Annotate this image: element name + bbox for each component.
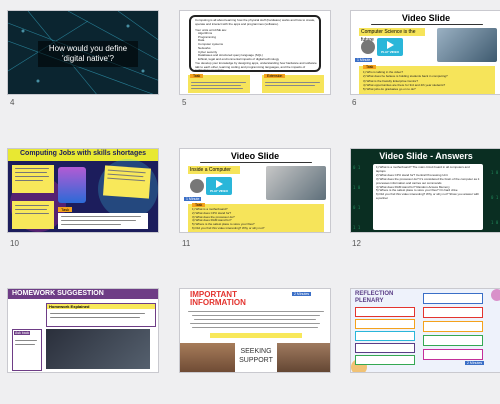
slide-11-questions: 1) What is a motherboard? 2) What does CP… <box>192 207 265 230</box>
slide-10-person-image <box>58 167 86 203</box>
slide-5-task-label: Task <box>190 74 204 78</box>
svg-text:1 1: 1 1 <box>353 225 361 230</box>
slide-5-info-panel: Computing is all about learning how the … <box>189 15 321 72</box>
slide-10-task-panel <box>58 213 148 229</box>
video-preview-image <box>266 166 326 200</box>
slide-12-answers: 1) What is a motherboard? The main circu… <box>376 165 480 201</box>
reflection-title: REFLECTION PLENARY <box>355 291 394 304</box>
slide-11-question-box: Task 1) What is a motherboard? 2) What do… <box>188 203 324 232</box>
slide-number-11: 11 <box>182 239 191 248</box>
slide-number-6: 6 <box>352 98 357 107</box>
slide-12-answers-panel: 1) What is a motherboard? The main circu… <box>373 164 483 230</box>
slide-5-task-box: Task <box>188 74 250 93</box>
slide-6-questions: 1) Who is talking in the video? 2) What d… <box>363 70 448 92</box>
svg-text:0 1: 0 1 <box>353 205 361 210</box>
slide-5-outro: You develop your knowledge by designing … <box>195 61 317 72</box>
slide-10-note-left <box>12 165 54 193</box>
homework-title: HOMEWORK SUGGESTION <box>12 290 104 297</box>
slide-thumbnail-important-info[interactable]: IMPORTANT INFORMATION 2 Minutes SEEKING … <box>179 288 331 373</box>
slide-thumbnail-homework[interactable]: HOMEWORK SUGGESTION Homework Explained A… <box>7 288 159 373</box>
slide-thumbnail-reflection[interactable]: REFLECTION PLENARY 2 Minutes <box>350 288 500 373</box>
slide-10-note-right <box>103 165 151 199</box>
slide-6-question-box: Task 1) Who is talking in the video? 2) W… <box>359 65 495 94</box>
slide-5-unit-list: Algorithms Programming Data Computer system… <box>198 31 280 61</box>
svg-text:1 0: 1 0 <box>353 185 361 190</box>
slide-5-extension-box: Extension <box>262 74 324 93</box>
video-preview-image <box>437 28 497 62</box>
play-icon <box>216 180 223 188</box>
slide-11-title: Video Slide <box>230 151 280 161</box>
play-video-label: PLAY VIDEO <box>210 189 228 193</box>
slide-6-badge: 1 Minute <box>355 58 373 62</box>
homework-explained-title: Homework Explained <box>47 304 155 309</box>
play-video-button[interactable]: PLAY VIDEO <box>377 38 403 56</box>
play-video-label: PLAY VIDEO <box>381 50 399 54</box>
svg-text:0 1: 0 1 <box>491 195 499 200</box>
slide-number-4: 4 <box>10 98 15 107</box>
slide-6-subtitle: Computer Science is the future <box>359 28 425 43</box>
slide-thumbnail-5[interactable]: Computing is all about learning how the … <box>179 10 331 95</box>
slide-6-title: Video Slide <box>401 13 451 23</box>
slide-12-title: Video Slide - Answers <box>379 151 473 161</box>
slide-11-badge: 1 Minute <box>184 197 202 201</box>
reflection-right-column <box>423 293 483 360</box>
slide-10-task-tag: Task <box>58 207 73 212</box>
slide-thumbnail-6[interactable]: Video Slide Computer Science is the futu… <box>350 10 500 95</box>
homework-photo <box>46 329 150 369</box>
video-thumb-icon <box>190 179 204 193</box>
slide-10-title: Computing Jobs with skills shortages <box>19 150 147 157</box>
slide-thumbnail-11[interactable]: Video Slide Inside a Computer PLAY VIDEO… <box>179 148 331 233</box>
slide-5-intro: Computing is all about learning how the … <box>195 18 316 26</box>
slide-5-extension-label: Extension <box>264 74 286 78</box>
important-info-footer: SEEKING SUPPORT <box>239 348 273 364</box>
slide-thumbnail-4[interactable]: How would you define 'digital native'? <box>7 10 159 95</box>
slide-number-5: 5 <box>182 98 187 107</box>
svg-text:1 0: 1 0 <box>491 220 499 225</box>
play-icon <box>387 41 394 49</box>
slide-4-title: How would you define 'digital native'? <box>38 41 138 67</box>
reflection-left-column <box>355 307 415 367</box>
svg-text:0 1: 0 1 <box>353 165 361 170</box>
important-info-highlight <box>210 333 302 338</box>
homework-explained-box: Homework Explained <box>46 303 156 327</box>
slide-number-10: 10 <box>10 239 19 248</box>
video-thumb-icon <box>361 40 375 54</box>
svg-text:1 0: 1 0 <box>491 170 499 175</box>
important-info-photo-left <box>180 343 235 372</box>
slide-number-12: 12 <box>352 239 361 248</box>
slide-11-subtitle: Inside a Computer <box>188 166 240 174</box>
homework-ask-box: Ask back <box>12 329 42 371</box>
important-info-photo-right <box>277 343 330 372</box>
play-video-button[interactable]: PLAY VIDEO <box>206 177 232 195</box>
slide-thumbnail-10[interactable]: Computing Jobs with skills shortages Tas… <box>7 148 159 233</box>
slide-thumbnail-12[interactable]: 0 1 1 0 0 1 1 1 1 0 0 1 1 0 Video Slide - Ans… <box>350 148 500 233</box>
homework-ask-label: Ask back <box>14 331 31 335</box>
slide-10-note-bottom <box>12 201 54 229</box>
slide-6-task-label: Task <box>363 65 377 69</box>
reflection-badge: 2 Minutes <box>465 361 485 365</box>
important-info-badge: 2 Minutes <box>292 292 312 296</box>
important-info-title: IMPORTANT INFORMATION <box>190 290 246 307</box>
